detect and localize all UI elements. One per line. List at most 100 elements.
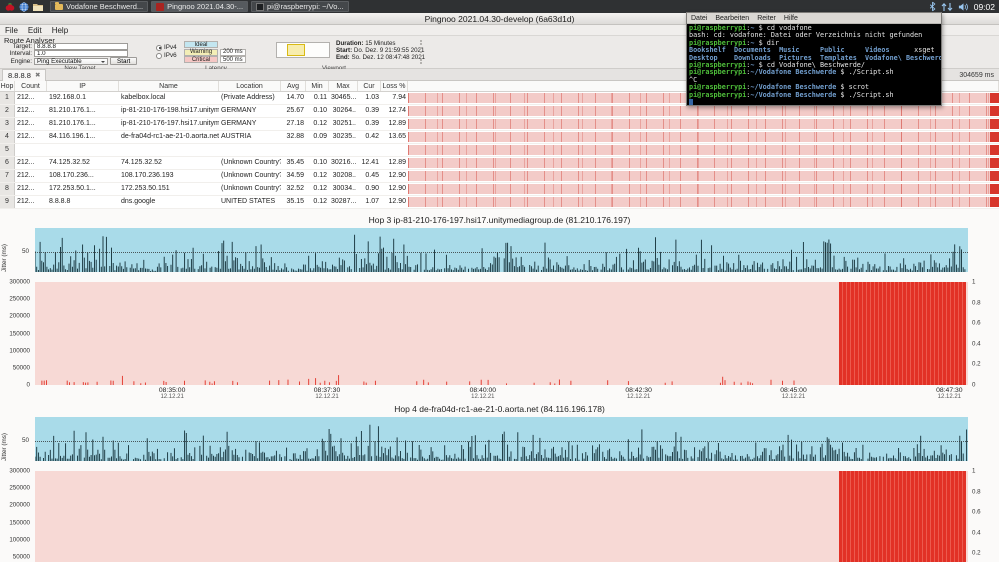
column-header-count[interactable]: Count xyxy=(15,81,47,91)
latency-tick-label: 100000 xyxy=(9,347,30,354)
latency-chart: 30000025000020000015000010000050000010.8… xyxy=(0,471,999,562)
table-row-hop-5[interactable]: 5 xyxy=(0,144,999,157)
hop-number: 2 xyxy=(0,105,15,117)
column-header-cur[interactable]: Cur xyxy=(358,81,381,91)
tab-8888[interactable]: 8.8.8.8 ✖ xyxy=(2,69,46,81)
taskbar-window-pingnoo[interactable]: Pingnoo 2021.04.30-... xyxy=(151,1,248,12)
column-header-min[interactable]: Min xyxy=(306,81,329,91)
terminal-cursor xyxy=(689,99,693,105)
hop-number: 6 xyxy=(0,157,15,169)
cell: 74.125.32.52 xyxy=(47,157,119,169)
terminal-output: pi@raspberrypi:~ $ cd vodafonebash: cd: … xyxy=(687,24,941,105)
table-row-hop-6[interactable]: 6212...74.125.32.5274.125.32.52(Unknown … xyxy=(0,157,999,170)
browser-icon[interactable] xyxy=(18,1,29,12)
menu-edit[interactable]: Edit xyxy=(23,25,47,35)
duration-value: 15 Minutes xyxy=(365,40,395,47)
viewport-preview[interactable] xyxy=(276,42,330,58)
cell: 32.52 xyxy=(281,183,306,195)
terminal-menu-hilfe[interactable]: Hilfe xyxy=(780,13,802,23)
menu-file[interactable]: File xyxy=(0,25,23,35)
column-header-ip[interactable]: IP xyxy=(47,81,119,91)
table-row-hop-8[interactable]: 8212...172.253.50.1...172.253.50.151(Unk… xyxy=(0,183,999,196)
latency-tick-label: 200000 xyxy=(9,313,30,320)
table-row-hop-4[interactable]: 4212...84.116.196.1...de-fra04d-rc1-ae-2… xyxy=(0,131,999,144)
cell: 32.88 xyxy=(281,131,306,143)
cell xyxy=(306,144,329,156)
column-header-loss[interactable]: Loss % xyxy=(381,81,408,91)
taskbar-window-label: Vodafone Beschwerd... xyxy=(66,2,143,11)
hop-number: 5 xyxy=(0,144,15,156)
cell: 35.15 xyxy=(281,196,306,208)
time-tick-time: 08:45:00 xyxy=(780,387,806,394)
panel-splitter[interactable] xyxy=(420,40,422,64)
column-header-location[interactable]: Location xyxy=(219,81,281,91)
interval-input[interactable] xyxy=(34,50,128,57)
tab-close-icon[interactable]: ✖ xyxy=(35,73,40,79)
viewport-selection[interactable] xyxy=(287,44,305,56)
column-header-avg[interactable]: Avg xyxy=(281,81,306,91)
cell: 12.74 xyxy=(381,105,408,117)
terminal-menu-datei[interactable]: Datei xyxy=(687,13,711,23)
legend-chip: Ideal xyxy=(184,41,218,48)
loss-axis-ticks: 10.80.60.40.20 xyxy=(969,471,999,562)
volume-icon[interactable] xyxy=(958,2,969,12)
cell: kabelbox.local xyxy=(119,92,219,104)
raspberry-menu-icon[interactable] xyxy=(4,1,15,12)
latency-tick-label: 300000 xyxy=(9,468,30,475)
cell: 212... xyxy=(15,118,47,130)
table-row-hop-9[interactable]: 9212...8.8.8.8dns.googleUNITED STATES35.… xyxy=(0,196,999,209)
menu-help[interactable]: Help xyxy=(47,25,73,35)
cell: 0.12 xyxy=(306,183,329,195)
cell: 13.65 xyxy=(381,131,408,143)
target-input[interactable] xyxy=(34,43,128,50)
terminal-menu-bearbeiten[interactable]: Bearbeiten xyxy=(711,13,753,23)
folder-icon xyxy=(55,4,63,10)
time-tick: 08:37:3012.12.21 xyxy=(314,387,340,400)
cell: 35.45 xyxy=(281,157,306,169)
terminal-text: Vodafone\ Beschwerde xyxy=(865,54,941,62)
loss-tick-label: 0.2 xyxy=(972,361,981,368)
table-row-hop-7[interactable]: 7212...108.170.236...108.170.236.193(Unk… xyxy=(0,170,999,183)
legend-threshold-input[interactable]: 500 ms xyxy=(220,56,246,63)
loss-tick-label: 0.8 xyxy=(972,299,981,306)
jitter-chart: Jitter (ms)50 xyxy=(0,417,999,461)
cell: (Unknown Country?) xyxy=(219,170,281,182)
latency-history-cell xyxy=(408,183,999,195)
ipv4-radio[interactable]: IPv4 xyxy=(156,44,177,51)
loss-tick-label: 1 xyxy=(972,279,975,286)
jitter-plot[interactable] xyxy=(35,228,968,272)
time-tick: 08:40:0012.12.21 xyxy=(470,387,496,400)
file-manager-icon[interactable] xyxy=(32,1,43,12)
latency-tick-label: 100000 xyxy=(9,536,30,543)
column-header-max[interactable]: Max xyxy=(329,81,358,91)
jitter-plot[interactable] xyxy=(35,417,968,461)
cell: 0.42 xyxy=(358,131,381,143)
cell: 30465... xyxy=(329,92,358,104)
legend-threshold-input[interactable]: 200 ms xyxy=(220,49,246,56)
ipv6-radio[interactable]: IPv6 xyxy=(156,52,177,59)
clock[interactable]: 09:02 xyxy=(974,2,995,12)
latency-plot[interactable] xyxy=(35,471,968,562)
terminal-text: $ ./Script.sh xyxy=(836,91,893,99)
table-row-hop-2[interactable]: 2212...81.210.176.1...ip-81-210-176-198.… xyxy=(0,105,999,118)
terminal-window[interactable]: DateiBearbeitenReiterHilfe pi@raspberryp… xyxy=(686,12,942,106)
terminal-menu-reiter[interactable]: Reiter xyxy=(753,13,780,23)
latency-plot[interactable] xyxy=(35,282,968,385)
cell: 0.45 xyxy=(358,170,381,182)
taskbar-window-folder[interactable]: Vodafone Beschwerd... xyxy=(50,1,148,12)
network-updown-icon[interactable] xyxy=(941,2,953,12)
bluetooth-icon[interactable] xyxy=(929,1,936,12)
latency-history-cell xyxy=(408,144,999,156)
cell: 30216... xyxy=(329,157,358,169)
column-header-name[interactable]: Name xyxy=(119,81,219,91)
table-row-hop-3[interactable]: 3212...81.210.176.1...ip-81-210-176-197.… xyxy=(0,118,999,131)
time-tick-date: 12.12.21 xyxy=(159,394,185,400)
taskbar-window-terminal[interactable]: pi@raspberrypi: ~/Vo... xyxy=(251,1,349,12)
charts-area: Hop 3 ip-81-210-176-197.hsi17.unitymedia… xyxy=(0,209,999,562)
latency-history-bar xyxy=(408,106,999,116)
latency-axis-ticks: 300000250000200000150000100000500000 xyxy=(0,282,33,385)
legend-chip: Critical xyxy=(184,56,218,63)
column-header-hop[interactable]: Hop xyxy=(0,81,15,91)
cell: 34.59 xyxy=(281,170,306,182)
latency-history-bar xyxy=(408,158,999,168)
